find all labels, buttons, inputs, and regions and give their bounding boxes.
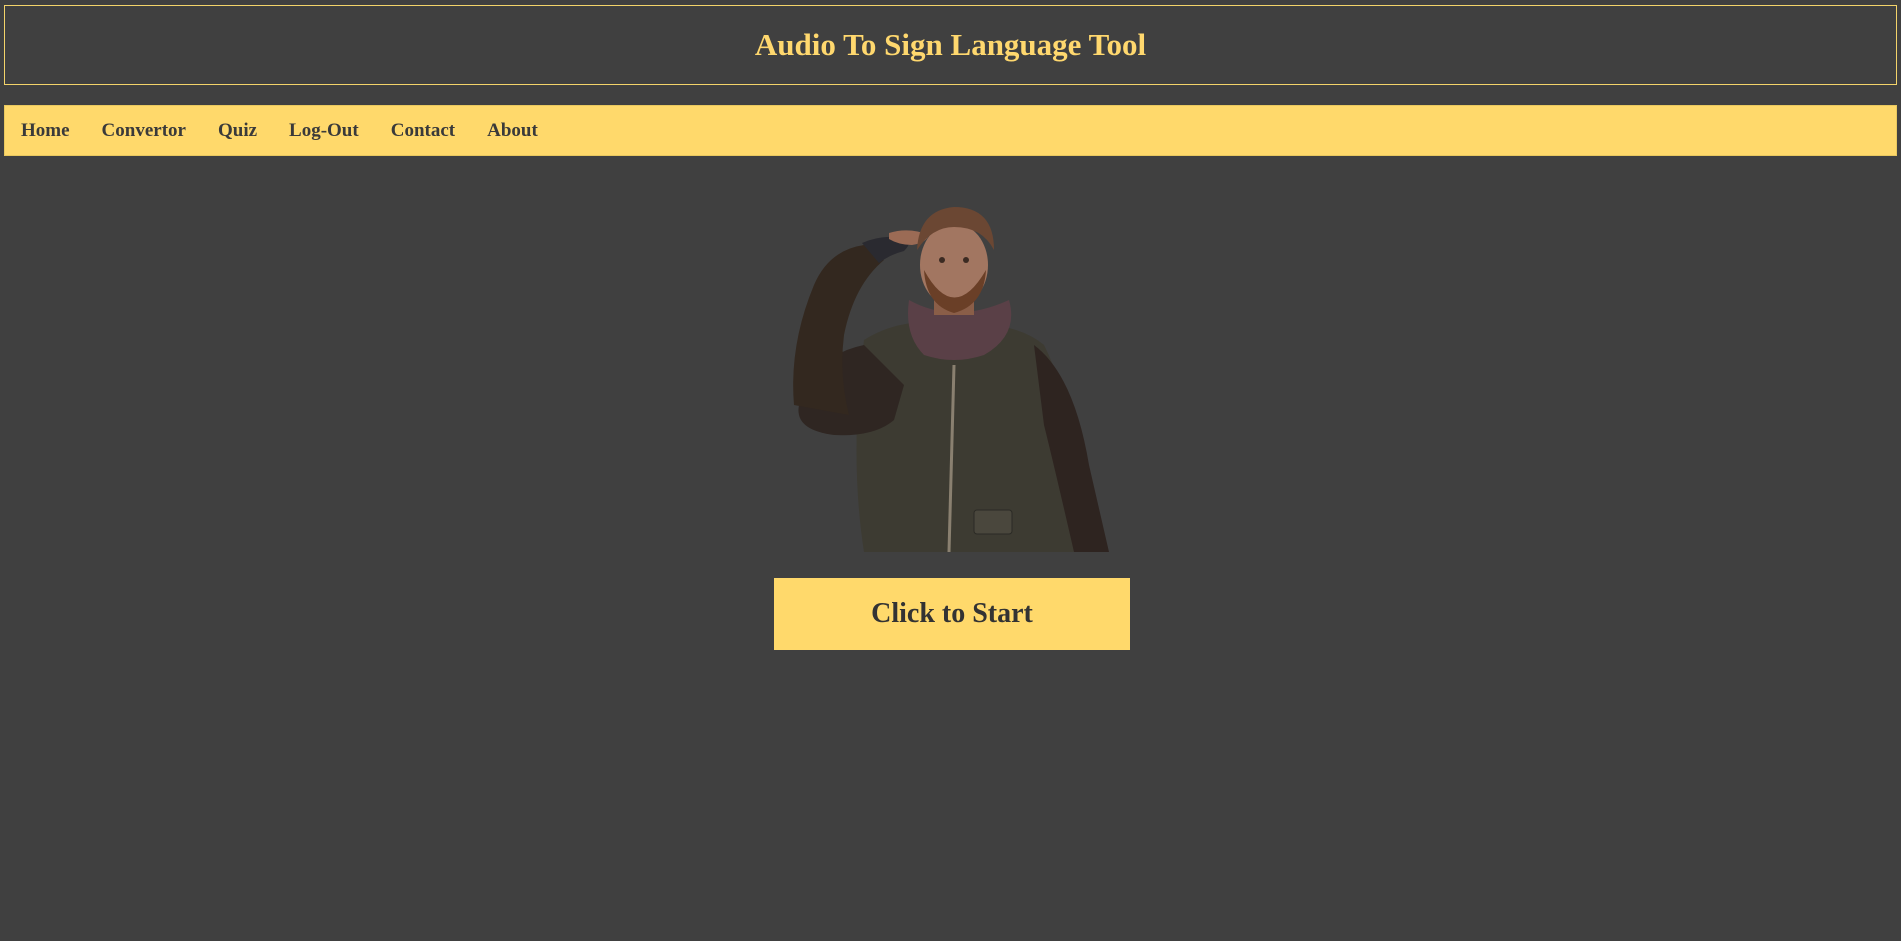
nav-about-link[interactable]: About <box>487 120 538 142</box>
nav-contact-link[interactable]: Contact <box>391 120 455 142</box>
sign-language-avatar <box>754 205 1119 553</box>
nav-quiz-link[interactable]: Quiz <box>218 120 257 142</box>
nav-home-link[interactable]: Home <box>21 120 70 142</box>
nav-bar: Home Convertor Quiz Log-Out Contact Abou… <box>4 105 1897 156</box>
nav-logout-link[interactable]: Log-Out <box>289 120 359 142</box>
page-header: Audio To Sign Language Tool <box>4 5 1897 85</box>
page-title: Audio To Sign Language Tool <box>754 27 1147 62</box>
start-button[interactable]: Click to Start <box>774 578 1130 650</box>
nav-convertor-link[interactable]: Convertor <box>102 120 186 142</box>
avatar-illustration <box>793 207 1109 553</box>
